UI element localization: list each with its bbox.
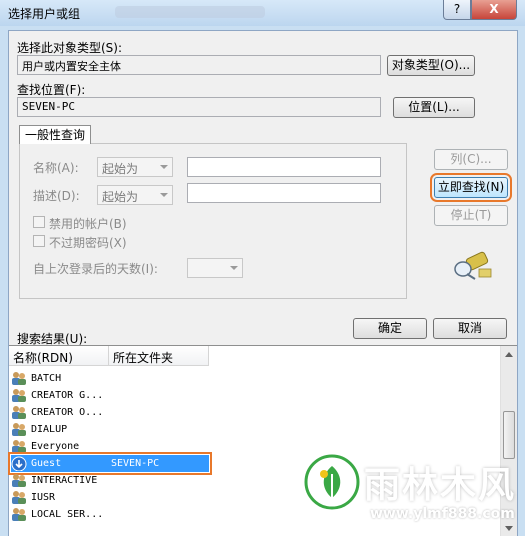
user-name: DIALUP: [31, 424, 68, 435]
title-bar[interactable]: 选择用户或组 ? X: [0, 0, 525, 26]
days-since-logon-label: 自上次登录后的天数(I):: [33, 262, 158, 276]
user-group-icon: [12, 389, 26, 402]
user-name: Guest: [31, 458, 62, 469]
column-header-name[interactable]: 名称(RDN): [9, 346, 109, 366]
description-label: 描述(D):: [33, 189, 80, 203]
window-title: 选择用户或组: [8, 7, 81, 21]
user-name: IUSR: [31, 492, 56, 503]
disabled-accounts-label: 禁用的帐户(B): [49, 217, 127, 231]
search-flashlight-icon: [454, 251, 492, 280]
user-name: INTERACTIVE: [31, 475, 98, 486]
user-name: CREATOR G...: [31, 390, 104, 401]
leaf-logo-icon: [304, 454, 360, 510]
list-item[interactable]: CREATOR G...: [11, 387, 501, 404]
days-since-logon-combo[interactable]: [187, 258, 243, 278]
name-match-combo[interactable]: 起始为: [97, 157, 173, 177]
name-label: 名称(A):: [33, 161, 79, 175]
description-input[interactable]: [187, 183, 381, 203]
watermark: 雨林木风 www.ylmf888.com: [304, 452, 524, 534]
user-group-icon: [12, 508, 26, 521]
list-item[interactable]: DIALUP: [11, 421, 501, 438]
user-name: CREATOR O...: [31, 407, 104, 418]
description-match-value: 起始为: [102, 190, 139, 204]
name-match-value: 起始为: [102, 162, 139, 176]
user-group-icon: [12, 423, 26, 436]
object-types-button[interactable]: 对象类型(O)...: [387, 55, 475, 76]
locations-button[interactable]: 位置(L)...: [393, 97, 475, 118]
user-group-icon: [12, 491, 26, 504]
description-match-combo[interactable]: 起始为: [97, 185, 173, 205]
guest-user-icon: [11, 456, 27, 471]
columns-button[interactable]: 列(C)...: [434, 149, 508, 170]
user-group-icon: [12, 406, 26, 419]
object-type-field: 用户或内置安全主体: [17, 55, 381, 75]
user-group-icon: [12, 372, 26, 385]
watermark-brand: 雨林木风: [364, 465, 517, 506]
location-label: 查找位置(F):: [17, 83, 86, 97]
help-button[interactable]: ?: [443, 0, 471, 20]
chevron-down-icon: [160, 193, 168, 197]
list-item[interactable]: BATCH: [11, 370, 501, 387]
disabled-accounts-checkbox[interactable]: [33, 216, 45, 228]
chevron-down-icon: [160, 165, 168, 169]
name-input[interactable]: [187, 157, 381, 177]
non-expiring-password-label: 不过期密码(X): [49, 236, 127, 250]
cancel-button[interactable]: 取消: [433, 318, 507, 339]
column-header-folder[interactable]: 所在文件夹: [109, 346, 209, 366]
user-group-icon: [12, 474, 26, 487]
blurred-title-text: [115, 6, 265, 18]
chevron-down-icon: [230, 266, 238, 270]
location-field: SEVEN-PC: [17, 97, 381, 117]
ok-button[interactable]: 确定: [353, 318, 427, 339]
tab-general-query[interactable]: 一般性查询: [19, 125, 91, 144]
user-folder: SEVEN-PC: [111, 458, 160, 469]
object-type-label: 选择此对象类型(S):: [17, 41, 123, 55]
user-name: BATCH: [31, 373, 62, 384]
watermark-url: www.ylmf888.com: [370, 506, 515, 522]
user-group-icon: [12, 440, 26, 453]
scroll-up-icon[interactable]: [505, 352, 513, 357]
user-name: LOCAL SER...: [31, 509, 104, 520]
stop-button[interactable]: 停止(T): [434, 205, 508, 226]
close-button[interactable]: X: [471, 0, 517, 20]
find-now-button[interactable]: 立即查找(N): [430, 173, 512, 202]
list-item[interactable]: CREATOR O...: [11, 404, 501, 421]
non-expiring-password-checkbox[interactable]: [33, 235, 45, 247]
user-name: Everyone: [31, 441, 80, 452]
list-item[interactable]: Guest SEVEN-PC: [8, 452, 212, 475]
